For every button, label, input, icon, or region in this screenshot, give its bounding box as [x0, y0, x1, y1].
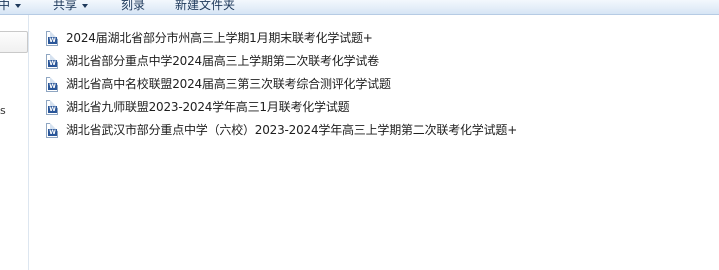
- file-item[interactable]: W 湖北省武汉市部分重点中学（六校）2023-2024学年高三上学期第二次联考化…: [46, 120, 517, 143]
- file-name: 2024届湖北省部分市州高三上学期1月期末联考化学试题+: [66, 31, 373, 45]
- word-doc-icon: W: [46, 100, 58, 115]
- toolbar-burn-button[interactable]: 刻录: [121, 0, 145, 14]
- word-doc-icon: W: [46, 54, 58, 69]
- word-doc-icon: W: [46, 31, 58, 46]
- navigation-pane[interactable]: s: [0, 15, 29, 270]
- file-item[interactable]: W 2024届湖北省部分市州高三上学期1月期末联考化学试题+: [46, 28, 517, 51]
- toolbar-share-button[interactable]: 共享: [53, 0, 89, 14]
- toolbar-new-folder-button[interactable]: 新建文件夹: [175, 0, 235, 14]
- toolbar-share-label: 共享: [53, 0, 78, 12]
- file-name: 湖北省武汉市部分重点中学（六校）2023-2024学年高三上学期第二次联考化学试…: [66, 123, 518, 137]
- toolbar-burn-label: 刻录: [121, 0, 146, 12]
- file-item[interactable]: W 湖北省部分重点中学2024届高三上学期第二次联考化学试卷: [46, 51, 517, 74]
- word-doc-icon: W: [46, 123, 58, 138]
- file-name: 湖北省部分重点中学2024届高三上学期第二次联考化学试卷: [66, 54, 379, 68]
- toolbar-organize-button[interactable]: 中: [0, 0, 22, 14]
- word-doc-icon: W: [46, 77, 58, 92]
- chevron-down-icon: [82, 3, 89, 8]
- nav-pane-selected-item[interactable]: [0, 31, 28, 53]
- file-name: 湖北省高中名校联盟2024届高三第三次联考综合测评化学试题: [66, 77, 391, 91]
- toolbar-organize-label: 中: [0, 0, 10, 12]
- nav-pane-item-label[interactable]: s: [0, 104, 6, 117]
- file-item[interactable]: W 湖北省九师联盟2023-2024学年高三1月联考化学试题: [46, 97, 517, 120]
- command-toolbar: 中 共享 刻录 新建文件夹: [0, 0, 719, 15]
- explorer-window: 中 共享 刻录 新建文件夹 s W 2024届湖北省部分市州高三上学期1月期末联…: [0, 0, 719, 270]
- file-name: 湖北省九师联盟2023-2024学年高三1月联考化学试题: [66, 100, 350, 114]
- chevron-down-icon: [15, 3, 22, 8]
- file-list: W 2024届湖北省部分市州高三上学期1月期末联考化学试题+ W 湖北省部分重点…: [46, 28, 517, 143]
- file-item[interactable]: W 湖北省高中名校联盟2024届高三第三次联考综合测评化学试题: [46, 74, 517, 97]
- toolbar-new-folder-label: 新建文件夹: [175, 0, 236, 12]
